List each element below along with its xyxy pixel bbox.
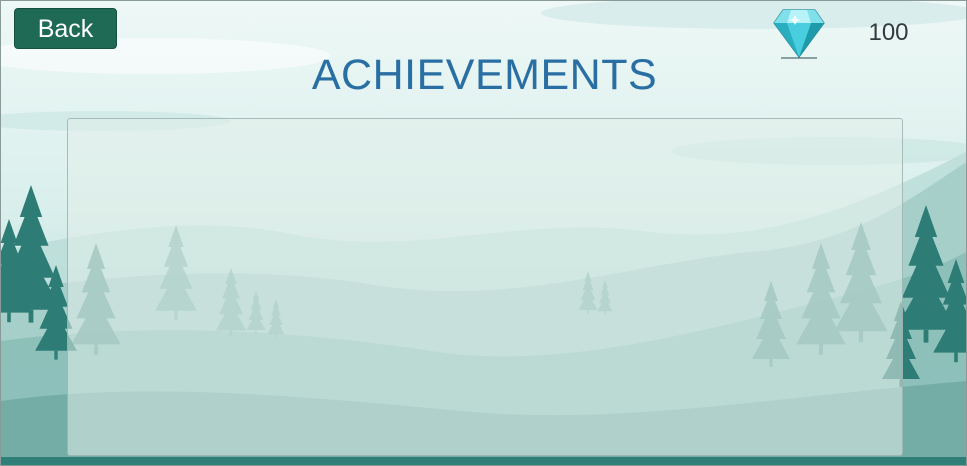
page-title: ACHIEVEMENTS — [311, 51, 658, 99]
back-button[interactable]: Back — [14, 8, 117, 49]
gem-count: 100 — [868, 19, 909, 46]
achievements-screen: Back 100 ACHIEVEMENTS — [0, 0, 967, 466]
achievements-list-panel[interactable] — [67, 118, 903, 456]
